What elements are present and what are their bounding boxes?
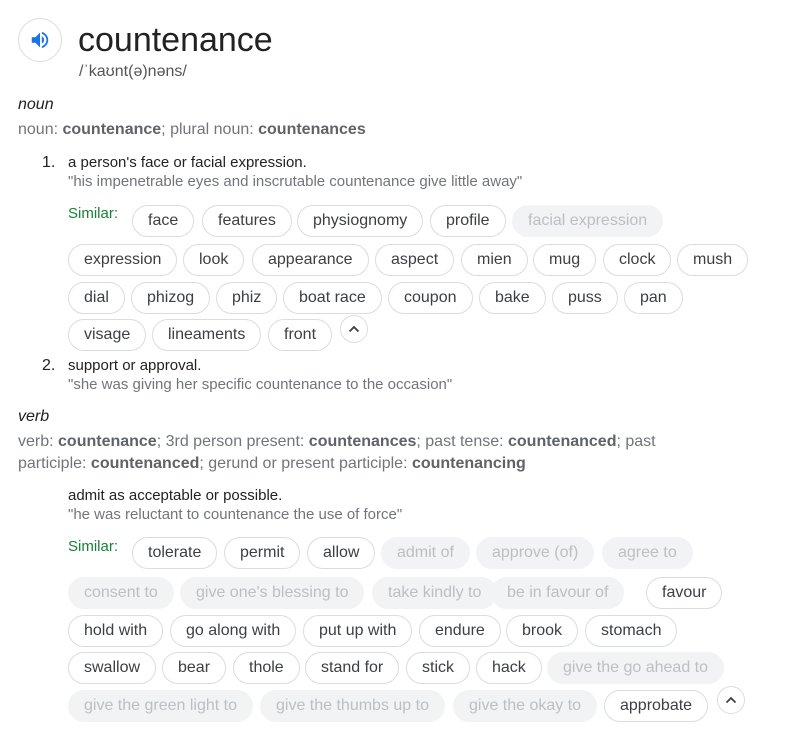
synonym-chip[interactable]: thole xyxy=(233,652,300,684)
synonym-chip[interactable]: hack xyxy=(476,652,542,684)
chevron-up-icon xyxy=(725,696,737,704)
synonym-chip[interactable]: favour xyxy=(646,577,723,609)
synonym-chip[interactable]: bake xyxy=(479,282,546,314)
synonym-chip[interactable]: put up with xyxy=(303,615,413,647)
sense-example: "she was giving her specific countenance… xyxy=(68,376,453,393)
form-word: countenanced xyxy=(90,455,200,472)
part-of-speech-noun: noun xyxy=(18,96,54,113)
sense-definition: a person's face or facial expression. xyxy=(68,154,307,171)
sense-definition: admit as acceptable or possible. xyxy=(68,487,283,504)
synonym-chip[interactable]: hold with xyxy=(68,615,164,647)
synonym-chip[interactable]: give the thumbs up to xyxy=(260,690,445,722)
form-label: noun: xyxy=(18,121,63,138)
synonym-chip[interactable]: features xyxy=(202,205,292,237)
synonym-chip[interactable]: stand for xyxy=(305,652,400,684)
speaker-icon xyxy=(31,31,49,49)
synonym-chip[interactable]: physiognomy xyxy=(297,205,424,237)
synonym-chip[interactable]: approve (of) xyxy=(476,537,595,569)
sense-number: 1. xyxy=(42,154,56,171)
synonym-chip[interactable]: profile xyxy=(430,205,506,237)
synonym-chip[interactable]: coupon xyxy=(388,282,473,314)
form-word: countenance xyxy=(62,121,162,138)
synonym-chip[interactable]: be in favour of xyxy=(491,577,625,609)
synonym-chip[interactable]: give the okay to xyxy=(453,690,598,722)
synonym-chip[interactable]: give the go ahead to xyxy=(547,652,725,684)
form-label: ; past tense: xyxy=(416,433,508,450)
synonym-chip[interactable]: face xyxy=(132,205,195,237)
synonym-chip[interactable]: visage xyxy=(68,319,147,351)
synonym-chip[interactable]: stick xyxy=(406,652,470,684)
sense-definition: support or approval. xyxy=(68,357,202,374)
sense-example: "he was reluctant to countenance the use… xyxy=(68,506,403,523)
form-label: ; 3rd person present: xyxy=(156,433,309,450)
form-word: countenances xyxy=(308,433,417,450)
synonym-chip[interactable]: phizog xyxy=(131,282,211,314)
form-word: countenancing xyxy=(411,455,526,472)
synonym-chip[interactable]: mush xyxy=(677,244,749,276)
collapse-synonyms-button[interactable] xyxy=(717,686,745,714)
headword: countenance xyxy=(78,21,273,59)
synonym-chip[interactable]: allow xyxy=(307,537,376,569)
part-of-speech-verb: verb xyxy=(18,408,50,425)
form-word: countenance xyxy=(58,433,157,450)
form-word: countenances xyxy=(258,121,366,138)
similar-label: Similar: xyxy=(68,538,119,555)
chevron-up-icon xyxy=(348,325,360,333)
synonym-chip[interactable]: front xyxy=(268,319,333,351)
synonym-chip[interactable]: mug xyxy=(533,244,597,276)
synonym-chip[interactable]: permit xyxy=(224,537,301,569)
synonym-chip[interactable]: go along with xyxy=(170,615,297,647)
synonym-chip[interactable]: puss xyxy=(552,282,618,314)
collapse-synonyms-button[interactable] xyxy=(340,315,368,343)
synonym-chip[interactable]: phiz xyxy=(216,282,278,314)
form-label: ; gerund or present participle: xyxy=(199,455,412,472)
synonym-chip[interactable]: clock xyxy=(603,244,672,276)
synonym-chip[interactable]: swallow xyxy=(68,652,157,684)
verb-forms: verb: countenance; 3rd person present: c… xyxy=(18,431,718,475)
synonym-chip[interactable]: admit of xyxy=(381,537,470,569)
synonym-chip[interactable]: facial expression xyxy=(512,205,664,237)
sense-number: 2. xyxy=(42,357,56,374)
synonym-chip[interactable]: stomach xyxy=(585,615,678,647)
form-word: countenanced xyxy=(508,433,617,450)
synonym-chip[interactable]: consent to xyxy=(68,577,174,609)
synonym-chip[interactable]: appearance xyxy=(252,244,369,276)
noun-forms: noun: countenance; plural noun: countena… xyxy=(18,119,718,141)
synonym-chip[interactable]: look xyxy=(183,244,245,276)
synonym-chip[interactable]: pan xyxy=(624,282,683,314)
synonym-chip[interactable]: approbate xyxy=(604,690,709,722)
form-label: ; plural noun: xyxy=(161,121,259,138)
synonym-chip[interactable]: boat race xyxy=(283,282,382,314)
synonym-chip[interactable]: lineaments xyxy=(152,319,262,351)
synonym-chip[interactable]: endure xyxy=(419,615,501,647)
synonym-chip[interactable]: tolerate xyxy=(132,537,218,569)
synonym-chip[interactable]: give one's blessing to xyxy=(180,577,365,609)
synonym-chip[interactable]: aspect xyxy=(375,244,455,276)
sense-example: "his impenetrable eyes and inscrutable c… xyxy=(68,173,523,190)
similar-label: Similar: xyxy=(68,205,119,222)
synonym-chip[interactable]: give the green light to xyxy=(68,690,253,722)
synonym-chip[interactable]: mien xyxy=(461,244,528,276)
synonym-chip[interactable]: expression xyxy=(68,244,178,276)
synonym-chip[interactable]: brook xyxy=(506,615,579,647)
form-label: verb: xyxy=(18,433,59,450)
listen-button[interactable] xyxy=(18,18,62,62)
synonym-chip[interactable]: agree to xyxy=(602,537,693,569)
synonym-chip[interactable]: take kindly to xyxy=(372,577,498,609)
synonym-chip[interactable]: bear xyxy=(162,652,227,684)
phonetic: /ˈkaʊnt(ə)nəns/ xyxy=(79,63,187,80)
synonym-chip[interactable]: dial xyxy=(68,282,125,314)
